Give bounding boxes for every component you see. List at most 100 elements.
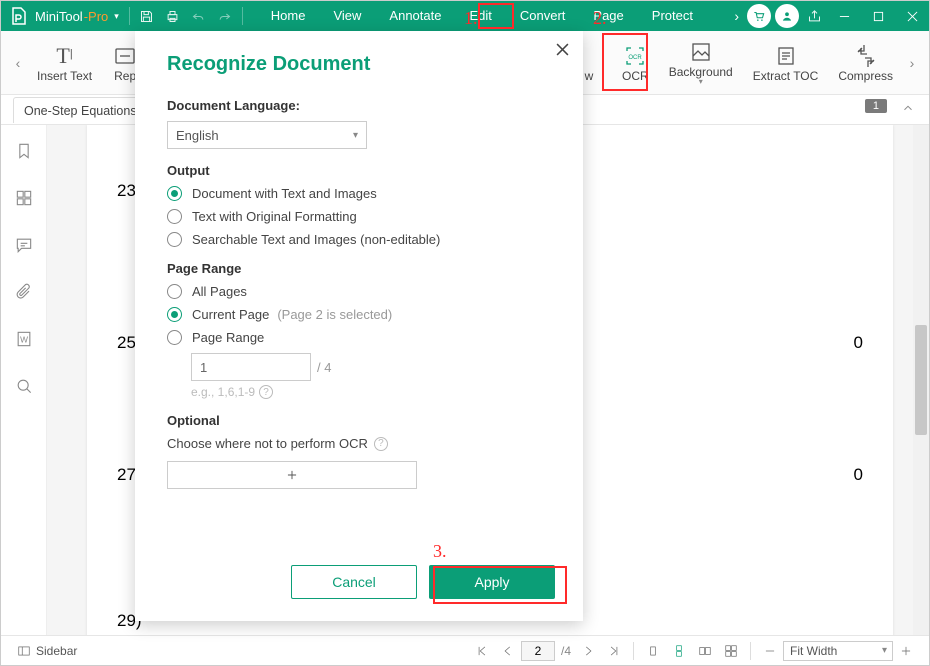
document-tab[interactable]: One-Step Equations xyxy=(13,97,148,123)
tool-label: OCR xyxy=(622,69,649,83)
range-page-range[interactable]: Page Range xyxy=(167,330,555,345)
language-label: Document Language: xyxy=(167,98,555,113)
account-icon[interactable] xyxy=(775,4,799,28)
current-page-hint: (Page 2 is selected) xyxy=(277,307,392,322)
help-icon[interactable]: ? xyxy=(259,385,273,399)
svg-text:OCR: OCR xyxy=(629,55,643,61)
next-page-button[interactable] xyxy=(575,636,601,666)
last-page-button[interactable] xyxy=(601,636,627,666)
collapse-ribbon-icon[interactable] xyxy=(901,101,915,118)
view-two-continuous-icon[interactable] xyxy=(718,636,744,666)
left-sidebar: W xyxy=(1,125,47,635)
cancel-button[interactable]: Cancel xyxy=(291,565,417,599)
dialog-buttons: Cancel Apply xyxy=(291,565,555,599)
dialog-close-button[interactable] xyxy=(556,43,569,61)
scrollbar-thumb[interactable] xyxy=(915,325,927,435)
app-name: MiniTool-Pro xyxy=(35,9,108,24)
tool-label: Insert Text xyxy=(37,69,92,83)
tool-label: w xyxy=(585,69,594,83)
background-tool[interactable]: Background ▾ xyxy=(659,35,743,91)
compress-tool[interactable]: Compress xyxy=(828,35,903,91)
menu-page[interactable]: Page xyxy=(579,1,637,31)
view-single-icon[interactable] xyxy=(640,636,666,666)
background-icon xyxy=(688,39,714,65)
prev-page-button[interactable] xyxy=(495,636,521,666)
attachment-icon[interactable] xyxy=(14,282,34,307)
radio-icon xyxy=(167,209,182,224)
page-badge: 1 xyxy=(865,99,887,113)
menu-annotate[interactable]: Annotate xyxy=(375,1,455,31)
menu-home[interactable]: Home xyxy=(257,1,320,31)
app-name-main: MiniTool xyxy=(35,9,83,24)
undo-icon[interactable] xyxy=(186,1,212,31)
output-option-1[interactable]: Document with Text and Images xyxy=(167,186,555,201)
radio-icon xyxy=(167,307,182,322)
insert-text-tool[interactable]: T| Insert Text xyxy=(27,35,102,91)
search-icon[interactable] xyxy=(14,376,34,401)
zoom-in-button[interactable] xyxy=(893,636,919,666)
menu-edit[interactable]: Edit xyxy=(455,1,505,31)
status-bar: Sidebar /4 Fit Width xyxy=(1,635,929,665)
language-select[interactable]: English xyxy=(167,121,367,149)
app-logo-icon xyxy=(7,4,31,28)
title-bar: MiniTool-Pro ▾ Home View Annotate Edit C… xyxy=(1,1,929,31)
dialog-title: Recognize Document xyxy=(167,53,555,76)
title-caret-icon[interactable]: ▾ xyxy=(114,11,119,22)
tool-label: Rep xyxy=(114,69,136,83)
thumbnails-icon[interactable] xyxy=(14,188,34,213)
output-option-2[interactable]: Text with Original Formatting xyxy=(167,209,555,224)
maximize-button[interactable] xyxy=(861,1,895,31)
zoom-out-button[interactable] xyxy=(757,636,783,666)
extract-toc-tool[interactable]: Extract TOC xyxy=(743,35,829,91)
page-number-input[interactable] xyxy=(521,641,555,661)
sidebar-toggle[interactable]: Sidebar xyxy=(11,636,83,666)
vertical-scrollbar[interactable] xyxy=(913,125,929,635)
menu-convert[interactable]: Convert xyxy=(506,1,580,31)
cart-icon[interactable] xyxy=(747,4,771,28)
add-exclusion-button[interactable] xyxy=(167,461,417,489)
compress-icon xyxy=(853,43,879,69)
page-total: /4 xyxy=(561,644,571,658)
menu-overflow-icon[interactable]: › xyxy=(734,8,739,24)
divider xyxy=(242,7,243,25)
optional-description: Choose where not to perform OCR? xyxy=(167,436,555,451)
menu-view[interactable]: View xyxy=(319,1,375,31)
zoom-select[interactable]: Fit Width xyxy=(783,641,893,661)
range-all-pages[interactable]: All Pages xyxy=(167,284,555,299)
apply-button[interactable]: Apply xyxy=(429,565,555,599)
optional-label: Optional xyxy=(167,413,555,428)
save-icon[interactable] xyxy=(134,1,160,31)
help-icon[interactable]: ? xyxy=(374,437,388,451)
ribbon-scroll-left-icon[interactable]: ‹ xyxy=(9,55,27,71)
radio-icon xyxy=(167,186,182,201)
radio-icon xyxy=(167,330,182,345)
page-range-label: Page Range xyxy=(167,261,555,276)
ocr-tool[interactable]: OCR OCR xyxy=(612,35,659,91)
comment-icon[interactable] xyxy=(14,235,34,260)
bookmark-icon[interactable] xyxy=(14,141,34,166)
output-option-3[interactable]: Searchable Text and Images (non-editable… xyxy=(167,232,555,247)
sidebar-label: Sidebar xyxy=(36,644,77,658)
menu-protect[interactable]: Protect xyxy=(638,1,707,31)
tool-label: Compress xyxy=(838,69,893,83)
page-range-example: e.g., 1,6,1-9? xyxy=(191,385,555,399)
view-continuous-icon[interactable] xyxy=(666,636,692,666)
main-menu: Home View Annotate Edit Convert Page Pro… xyxy=(257,1,735,31)
redo-icon[interactable] xyxy=(212,1,238,31)
minimize-button[interactable] xyxy=(827,1,861,31)
print-icon[interactable] xyxy=(160,1,186,31)
ribbon-scroll-right-icon[interactable]: › xyxy=(903,55,921,71)
view-two-page-icon[interactable] xyxy=(692,636,718,666)
range-current-page[interactable]: Current Page(Page 2 is selected) xyxy=(167,307,555,322)
word-export-icon[interactable]: W xyxy=(14,329,34,354)
share-icon[interactable] xyxy=(801,1,827,31)
page-range-input[interactable] xyxy=(191,353,311,381)
first-page-button[interactable] xyxy=(469,636,495,666)
tool-label: Extract TOC xyxy=(753,69,819,83)
app-name-pro: -Pro xyxy=(84,9,109,24)
chevron-down-icon: ▾ xyxy=(699,77,703,86)
recognize-document-dialog: Recognize Document Document Language: En… xyxy=(135,31,583,621)
close-button[interactable] xyxy=(895,1,929,31)
radio-icon xyxy=(167,284,182,299)
text-cursor-icon: T| xyxy=(52,43,78,69)
